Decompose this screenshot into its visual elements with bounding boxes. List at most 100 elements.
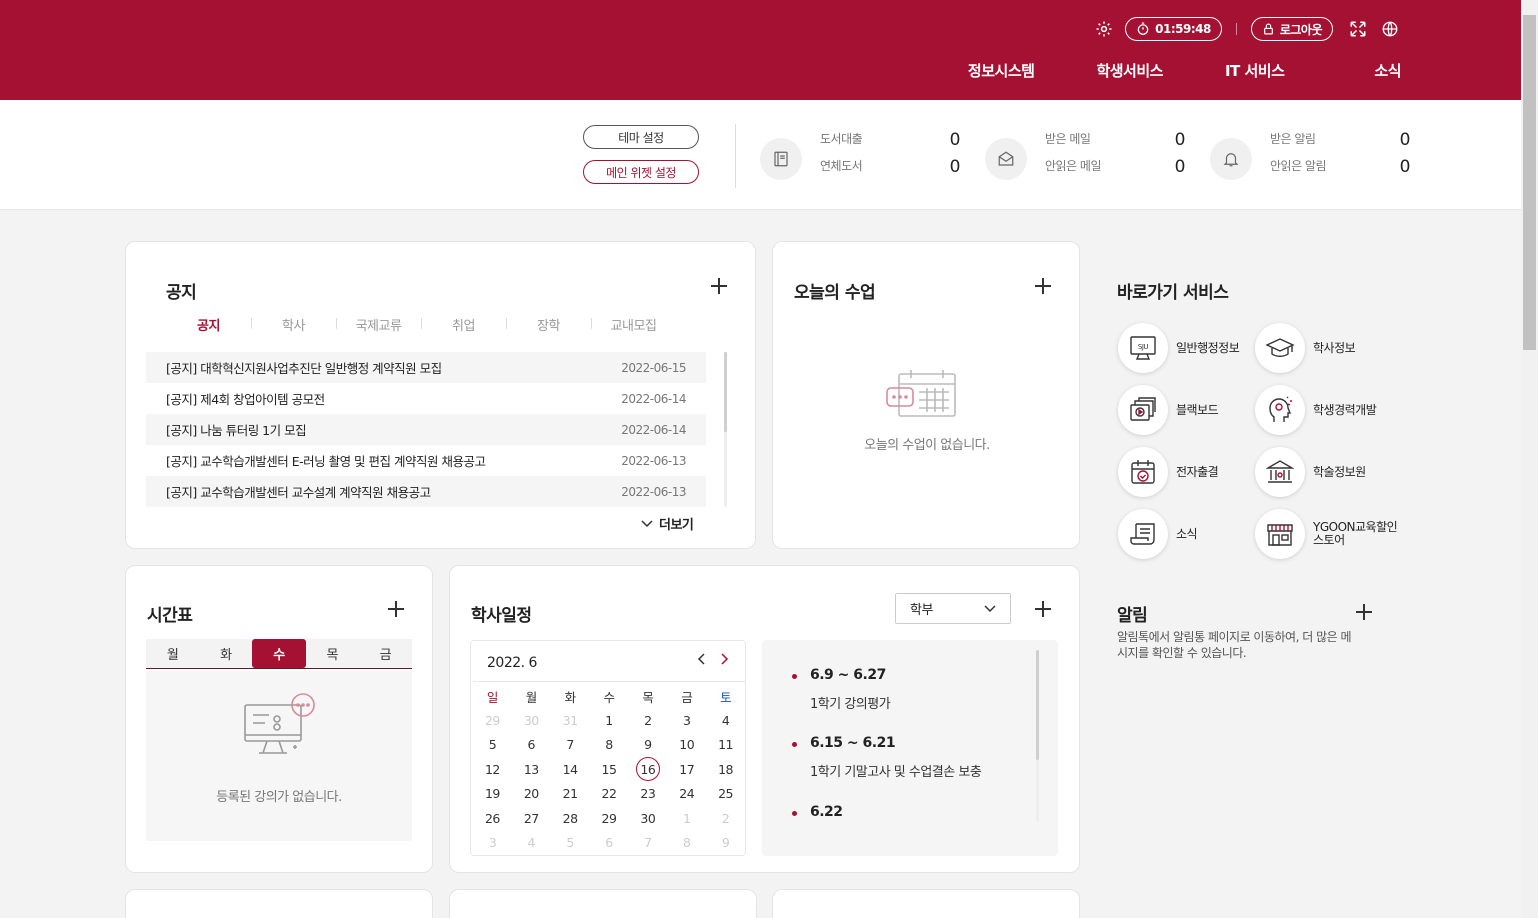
calendar-day[interactable]: 7 bbox=[628, 830, 667, 854]
calendar-day[interactable]: 10 bbox=[667, 733, 706, 757]
calendar-day[interactable]: 3 bbox=[667, 708, 706, 732]
calendar-day[interactable]: 11 bbox=[706, 733, 745, 757]
notice-list: [공지] 대학혁신지원사업추진단 일반행정 계약직원 모집 2022-06-15 … bbox=[146, 352, 706, 507]
calendar-day[interactable]: 1 bbox=[667, 806, 706, 830]
calendar-day[interactable]: 24 bbox=[667, 782, 706, 806]
list-item[interactable]: [공지] 제4회 창업아이템 공모전 2022-06-14 bbox=[146, 383, 706, 414]
calendar-day[interactable]: 26 bbox=[473, 806, 512, 830]
calendar-day[interactable]: 16 bbox=[628, 757, 667, 782]
tab-recruitment[interactable]: 교내모집 bbox=[591, 315, 676, 334]
quick-link-attendance[interactable]: 전자출결 bbox=[1118, 447, 1219, 497]
gear-icon[interactable] bbox=[1093, 18, 1115, 40]
widget-settings-button[interactable]: 메인 위젯 설정 bbox=[583, 160, 699, 184]
calendar-day[interactable]: 4 bbox=[706, 708, 745, 732]
quick-link-career[interactable]: 학생경력개발 bbox=[1255, 385, 1377, 435]
calendar-day[interactable]: 19 bbox=[473, 782, 512, 806]
calendar-day[interactable]: 8 bbox=[667, 830, 706, 854]
tab-wed[interactable]: 수 bbox=[252, 639, 306, 668]
calendar-day[interactable]: 27 bbox=[512, 806, 551, 830]
fullscreen-icon[interactable] bbox=[1347, 18, 1369, 40]
calendar-day[interactable]: 5 bbox=[551, 830, 590, 854]
calendar-day[interactable]: 23 bbox=[628, 782, 667, 806]
nav-news[interactable]: 소식 bbox=[1374, 60, 1401, 81]
tab-tue[interactable]: 화 bbox=[199, 639, 252, 668]
calendar-day[interactable]: 30 bbox=[628, 806, 667, 830]
list-item[interactable]: 6.15 ~ 6.21 1학기 기말고사 및 수업결손 보충 bbox=[792, 735, 982, 780]
chevron-right-icon[interactable] bbox=[720, 653, 729, 665]
logout-button[interactable]: 로그아웃 bbox=[1250, 17, 1333, 41]
calendar-day[interactable]: 7 bbox=[551, 733, 590, 757]
plus-icon[interactable] bbox=[1035, 278, 1051, 294]
globe-icon[interactable] bbox=[1379, 18, 1401, 40]
list-item[interactable]: [공지] 나눔 튜터링 1기 모집 2022-06-14 bbox=[146, 414, 706, 445]
more-link[interactable]: 더보기 bbox=[641, 514, 694, 533]
calendar-month: 2022. 6 bbox=[487, 655, 537, 671]
tab-academic[interactable]: 학사 bbox=[251, 315, 336, 334]
calendar-day[interactable]: 9 bbox=[628, 733, 667, 757]
calendar-day[interactable]: 6 bbox=[512, 733, 551, 757]
scrollbar-thumb[interactable] bbox=[724, 352, 727, 432]
calendar-day[interactable]: 31 bbox=[551, 708, 590, 732]
list-item[interactable]: [공지] 교수학습개발센터 E-러닝 촬영 및 편집 계약직원 채용공고 2022… bbox=[146, 445, 706, 476]
events-scrollbar[interactable] bbox=[1036, 650, 1039, 822]
tab-employment[interactable]: 취업 bbox=[421, 315, 506, 334]
calendar-day[interactable]: 13 bbox=[512, 757, 551, 781]
plus-icon[interactable] bbox=[388, 601, 404, 617]
calendar-day[interactable]: 22 bbox=[590, 782, 629, 806]
plus-icon[interactable] bbox=[1035, 601, 1051, 617]
calendar-day[interactable]: 30 bbox=[512, 708, 551, 732]
calendar-day[interactable]: 2 bbox=[628, 708, 667, 732]
theme-settings-button[interactable]: 테마 설정 bbox=[583, 125, 699, 149]
session-timer[interactable]: 01:59:48 bbox=[1125, 17, 1222, 41]
page-scrollbar[interactable] bbox=[1521, 0, 1538, 918]
calendar-day[interactable]: 4 bbox=[512, 830, 551, 854]
quick-link-blackboard[interactable]: 블랙보드 bbox=[1118, 385, 1219, 435]
weekday-label: 일 bbox=[486, 689, 499, 705]
lock-icon bbox=[1263, 23, 1273, 35]
calendar-day[interactable]: 21 bbox=[551, 782, 590, 806]
plus-icon[interactable] bbox=[1356, 604, 1372, 620]
calendar-day[interactable]: 20 bbox=[512, 782, 551, 806]
plus-icon[interactable] bbox=[711, 278, 727, 294]
tab-international[interactable]: 국제교류 bbox=[336, 315, 421, 334]
calendar-day[interactable]: 14 bbox=[551, 757, 590, 781]
calendar-day[interactable]: 29 bbox=[590, 806, 629, 830]
quick-link-admin[interactable]: SJU 일반행정정보 bbox=[1118, 323, 1240, 373]
quick-link-library[interactable]: 학술정보원 bbox=[1255, 447, 1366, 497]
calendar-day[interactable]: 17 bbox=[667, 757, 706, 781]
notice-scrollbar[interactable] bbox=[724, 352, 727, 507]
calendar-day[interactable]: 8 bbox=[590, 733, 629, 757]
tab-notice[interactable]: 공지 bbox=[166, 315, 251, 334]
list-item[interactable]: [공지] 교수학습개발센터 교수설계 계약직원 채용공고 2022-06-13 bbox=[146, 476, 706, 507]
calendar-day[interactable]: 9 bbox=[706, 830, 745, 854]
list-item[interactable]: [공지] 대학혁신지원사업추진단 일반행정 계약직원 모집 2022-06-15 bbox=[146, 352, 706, 383]
calendar-day[interactable]: 2 bbox=[706, 806, 745, 830]
nav-it-service[interactable]: IT 서비스 bbox=[1225, 60, 1285, 81]
tab-fri[interactable]: 금 bbox=[359, 639, 412, 668]
scrollbar-thumb[interactable] bbox=[1523, 15, 1536, 350]
quick-link-news[interactable]: 소식 bbox=[1118, 509, 1198, 559]
calendar-day[interactable]: 15 bbox=[590, 757, 629, 781]
tab-mon[interactable]: 월 bbox=[146, 639, 199, 668]
nav-student-service[interactable]: 학생서비스 bbox=[1096, 60, 1163, 81]
weekday-label: 수 bbox=[603, 689, 615, 705]
quick-link-academic[interactable]: 학사정보 bbox=[1255, 323, 1356, 373]
quick-link-store[interactable]: YGOON교육할인 스토어 bbox=[1255, 509, 1399, 559]
calendar-day[interactable]: 6 bbox=[590, 830, 629, 854]
tab-thu[interactable]: 목 bbox=[306, 639, 359, 668]
list-item[interactable]: 6.22 bbox=[792, 804, 843, 820]
calendar-day[interactable]: 29 bbox=[473, 708, 512, 732]
calendar-day[interactable]: 12 bbox=[473, 757, 512, 781]
calendar-day[interactable]: 3 bbox=[473, 830, 512, 854]
calendar-day[interactable]: 5 bbox=[473, 733, 512, 757]
calendar-day[interactable]: 18 bbox=[706, 757, 745, 781]
division-select[interactable]: 학부 bbox=[895, 593, 1011, 624]
scrollbar-thumb[interactable] bbox=[1036, 650, 1039, 760]
calendar-day[interactable]: 1 bbox=[590, 708, 629, 732]
chevron-left-icon[interactable] bbox=[697, 653, 706, 665]
calendar-day[interactable]: 28 bbox=[551, 806, 590, 830]
list-item[interactable]: 6.9 ~ 6.27 1학기 강의평가 bbox=[792, 667, 891, 712]
calendar-day[interactable]: 25 bbox=[706, 782, 745, 806]
nav-info-system[interactable]: 정보시스템 bbox=[968, 60, 1035, 81]
tab-scholarship[interactable]: 장학 bbox=[506, 315, 591, 334]
